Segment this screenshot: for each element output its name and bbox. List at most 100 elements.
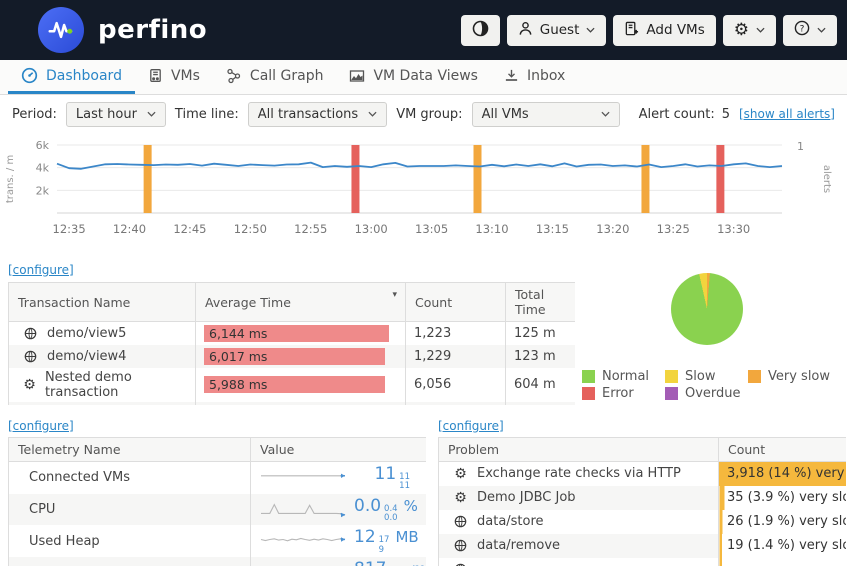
telemetry-row[interactable]: Used Heap 12179MB (9, 525, 427, 557)
contrast-icon (472, 20, 489, 41)
svg-text:2k: 2k (36, 184, 50, 197)
problem-count: 19 (1.4 %) very slow (719, 534, 847, 558)
tab-call-graph-label: Call Graph (250, 68, 324, 84)
legend-item: Error (582, 386, 665, 401)
show-all-alerts-link[interactable]: [show all alerts] (739, 107, 835, 121)
svg-text:13:20: 13:20 (596, 222, 629, 236)
vmgroup-value: All VMs (482, 107, 529, 122)
col-problem-count[interactable]: Count (719, 438, 847, 462)
problem-row[interactable]: ⚙Demo JDBC Job 35 (3.9 %) very slow (439, 486, 847, 510)
problem-row[interactable]: data/remove 19 (1.4 %) very slow (439, 534, 847, 558)
telemetry-name: Connected VMs (17, 470, 242, 485)
telemetry-row[interactable]: CPU 0.00.40.0% (9, 494, 427, 526)
chevron-down-icon (368, 111, 377, 117)
problem-name: data/remove (477, 538, 560, 553)
problem-count: 26 (1.9 %) very slow (719, 510, 847, 534)
gauge-icon (21, 67, 38, 84)
problem-row[interactable] (439, 558, 847, 566)
transaction-row[interactable]: demo/view4 6,017 ms 1,229 123 m (9, 345, 576, 368)
col-total-time[interactable]: Total Time (506, 283, 576, 322)
legend-swatch (748, 370, 761, 383)
telemetry-row[interactable]: Average Transaction Duration 817822770ms (9, 557, 427, 566)
tab-vms[interactable]: VMs (135, 60, 213, 94)
sparkline (259, 560, 354, 566)
col-value[interactable]: Value (251, 438, 427, 462)
server-icon (148, 68, 163, 83)
theme-toggle-button[interactable] (461, 15, 500, 46)
add-vms-button[interactable]: Add VMs (613, 15, 715, 46)
sparkline (259, 497, 354, 523)
svg-text:1: 1 (797, 140, 804, 153)
average-time-bar: 5,988 ms (204, 376, 385, 393)
legend-label: Error (602, 386, 634, 401)
user-menu-button[interactable]: Guest (507, 15, 607, 46)
col-transaction-name[interactable]: Transaction Name (9, 283, 196, 322)
telemetry-configure-link[interactable]: [configure] (8, 419, 74, 433)
col-telemetry-name[interactable]: Telemetry Name (9, 438, 251, 462)
tab-inbox-label: Inbox (527, 68, 565, 84)
svg-text:4k: 4k (36, 162, 50, 175)
transaction-total-time: 125 m (506, 322, 576, 345)
problem-row[interactable]: ⚙Exchange rate checks via HTTP 3,918 (14… (439, 462, 847, 486)
col-average-time[interactable]: Average Time▾ (196, 283, 406, 322)
problem-name: data/store (477, 514, 544, 529)
col-count[interactable]: Count (406, 283, 506, 322)
gear-icon: ⚙ (453, 491, 468, 505)
topbar: perfino Guest Add VMs ⚙ ? (0, 0, 847, 60)
problem-count: 35 (3.9 %) very slow (719, 486, 847, 510)
tab-inbox[interactable]: Inbox (491, 60, 578, 94)
transactions-section: [configure] Transaction Name Average Tim… (0, 263, 847, 405)
legend-item: Normal (582, 369, 665, 384)
transaction-name: demo/view5 (47, 326, 126, 341)
sort-desc-icon[interactable]: ▾ (392, 290, 397, 300)
telemetry-row[interactable]: Connected VMs 111111 (9, 462, 427, 494)
legend-swatch (582, 387, 595, 400)
brand-name: perfino (98, 15, 207, 45)
transaction-count: 6,056 (406, 368, 506, 402)
problem-count: 3,918 (14 %) very slow (719, 462, 847, 486)
chart-icon (349, 68, 365, 84)
svg-text:13:15: 13:15 (536, 222, 569, 236)
period-select[interactable]: Last hour (66, 102, 166, 127)
tab-call-graph[interactable]: Call Graph (213, 60, 337, 94)
col-problem[interactable]: Problem (439, 438, 719, 462)
globe-icon (453, 515, 468, 528)
svg-text:alerts: alerts (821, 165, 832, 193)
user-menu-label: Guest (540, 22, 580, 38)
chevron-down-icon (147, 111, 156, 117)
alert-count-label: Alert count: (639, 107, 715, 122)
problem-name: Exchange rate checks via HTTP (477, 466, 681, 481)
problems-configure-link[interactable]: [configure] (438, 419, 504, 433)
legend-swatch (665, 387, 678, 400)
legend-label: Very slow (768, 369, 830, 384)
svg-text:?: ? (800, 24, 805, 34)
transactions-timeline-chart[interactable]: 2k4k6k12:3512:4012:4512:5012:5513:0013:0… (0, 133, 847, 245)
svg-text:13:10: 13:10 (475, 222, 508, 236)
transactions-table: Transaction Name Average Time▾ Count Tot… (8, 282, 575, 405)
transaction-row[interactable]: demo/view5 6,144 ms 1,223 125 m (9, 322, 576, 345)
help-menu-button[interactable]: ? (783, 15, 837, 46)
telemetry-name: Used Heap (17, 534, 242, 549)
transaction-status-pie-area: NormalSlowVery slowErrorOverdue (575, 263, 839, 405)
svg-text:trans. / m: trans. / m (5, 155, 16, 203)
transaction-row[interactable]: demo/view3 5,970 ms 1,216 121 m (9, 402, 576, 406)
legend-item: Overdue (665, 386, 748, 401)
vmgroup-select[interactable]: All VMs (472, 102, 620, 127)
svg-text:12:55: 12:55 (294, 222, 327, 236)
user-icon (518, 21, 533, 40)
globe-icon (23, 350, 38, 363)
tab-vm-data-views[interactable]: VM Data Views (336, 60, 491, 94)
tab-dashboard[interactable]: Dashboard (8, 60, 135, 94)
transaction-row[interactable]: ⚙Nested demo transaction 5,988 ms 6,056 … (9, 368, 576, 402)
problem-row[interactable]: data/store 26 (1.9 %) very slow (439, 510, 847, 534)
problem-count (719, 558, 847, 566)
perfino-logo-icon (38, 7, 84, 53)
problems-table: Problem Count ⚙Exchange rate checks via … (438, 437, 846, 566)
transactions-configure-link[interactable]: [configure] (8, 263, 74, 277)
timeline-select[interactable]: All transactions (248, 102, 387, 127)
pie-legend: NormalSlowVery slowErrorOverdue (582, 369, 832, 401)
legend-swatch (582, 370, 595, 383)
settings-menu-button[interactable]: ⚙ (723, 15, 776, 46)
sparkline (259, 465, 354, 491)
svg-text:12:35: 12:35 (53, 222, 86, 236)
